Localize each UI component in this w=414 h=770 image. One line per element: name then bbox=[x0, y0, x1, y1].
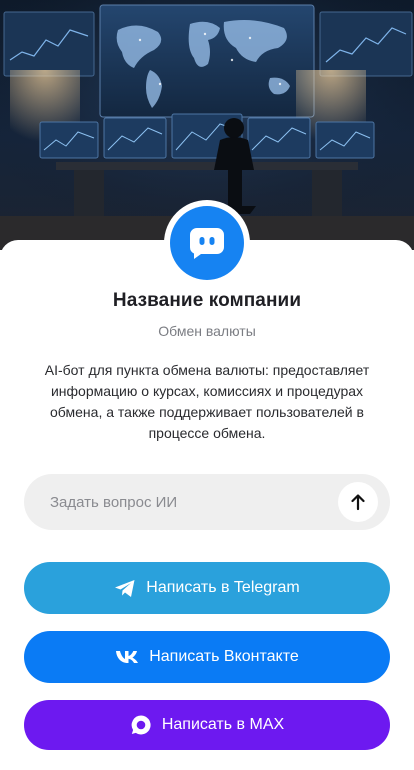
telegram-button-label: Написать в Telegram bbox=[146, 579, 300, 596]
company-description: AI-бот для пункта обмена валюты: предост… bbox=[44, 362, 370, 441]
company-name: Название компании bbox=[112, 290, 302, 311]
vk-button-label: Написать Вконтакте bbox=[149, 648, 299, 665]
vk-icon bbox=[115, 650, 139, 664]
max-button-label: Написать в MAX bbox=[161, 716, 285, 733]
company-category: Обмен валюты bbox=[158, 323, 256, 339]
telegram-icon bbox=[114, 579, 136, 598]
chat-bot-icon bbox=[189, 226, 225, 260]
avatar bbox=[164, 200, 250, 286]
avatar-circle bbox=[170, 206, 244, 280]
telegram-button[interactable]: Написать в Telegram bbox=[24, 562, 390, 614]
max-icon bbox=[130, 714, 152, 736]
arrow-up-icon bbox=[350, 493, 366, 511]
max-button[interactable]: Написать в MAX bbox=[24, 700, 390, 750]
vk-button[interactable]: Написать Вконтакте bbox=[24, 631, 390, 683]
send-button[interactable] bbox=[338, 482, 378, 522]
ask-ai-input[interactable] bbox=[48, 492, 338, 512]
ask-ai-field bbox=[24, 474, 390, 530]
